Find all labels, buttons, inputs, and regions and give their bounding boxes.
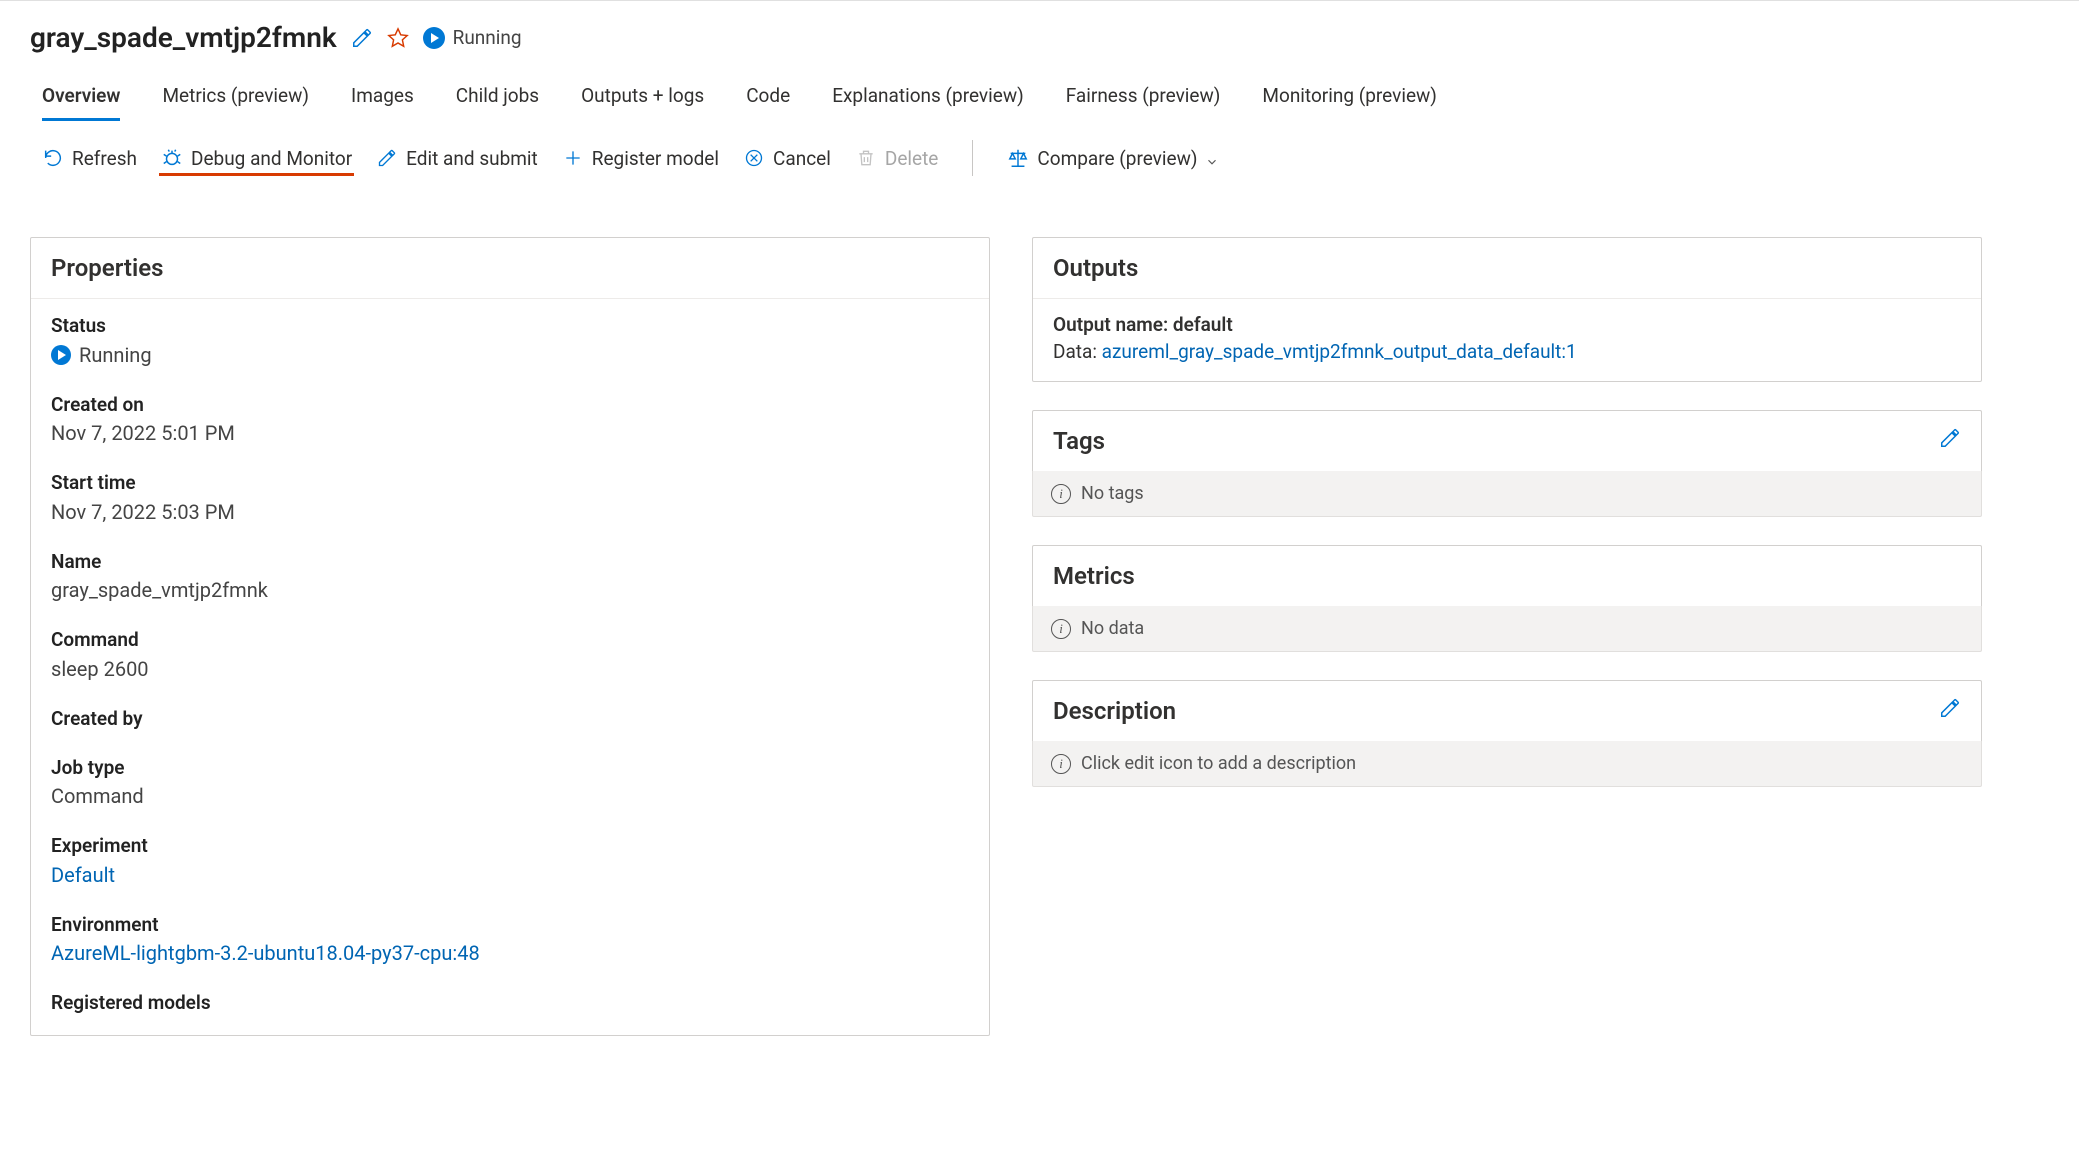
edit-title-button[interactable] [351,27,373,49]
output-data-link[interactable]: azureml_gray_spade_vmtjp2fmnk_output_dat… [1102,340,1577,363]
cancel-button[interactable]: Cancel [743,147,831,170]
tab-overview[interactable]: Overview [42,76,120,121]
command-label: Command [51,627,969,654]
info-icon: i [1051,754,1071,774]
created-on-label: Created on [51,392,969,419]
tags-card: Tags [1032,410,1982,471]
debug-monitor-button[interactable]: Debug and Monitor [161,147,352,170]
metrics-empty-text: No data [1081,618,1144,639]
tab-child-jobs[interactable]: Child jobs [456,76,539,121]
cancel-icon [743,147,765,169]
status-value: Running [51,340,969,370]
register-model-button[interactable]: Register model [562,147,719,170]
register-model-label: Register model [592,147,719,170]
properties-heading: Properties [31,238,989,299]
tab-outputs-logs[interactable]: Outputs + logs [581,76,704,121]
name-value: gray_spade_vmtjp2fmnk [51,575,969,605]
start-time-value: Nov 7, 2022 5:03 PM [51,497,969,527]
metrics-card: Metrics [1032,545,1982,606]
compare-label: Compare (preview) [1037,147,1197,170]
edit-submit-button[interactable]: Edit and submit [376,147,538,170]
output-data-row: Data: azureml_gray_spade_vmtjp2fmnk_outp… [1053,340,1961,363]
compare-button[interactable]: Compare (preview) [1007,147,1219,170]
edit-description-button[interactable] [1939,697,1961,725]
delete-button[interactable]: Delete [855,147,939,170]
job-type-value: Command [51,781,969,811]
toolbar: Refresh Debug and Monitor Edit and submi… [0,122,2079,188]
scale-icon [1007,147,1029,169]
outputs-heading: Outputs [1033,238,1981,299]
job-title: gray_spade_vmtjp2fmnk [30,21,337,54]
status-label: Status [51,313,969,340]
registered-models-label: Registered models [51,990,969,1017]
favorite-button[interactable] [387,27,409,49]
debug-monitor-label: Debug and Monitor [191,147,352,170]
tags-heading: Tags [1053,427,1105,455]
environment-link[interactable]: AzureML-lightgbm-3.2-ubuntu18.04-py37-cp… [51,938,969,968]
tab-bar: Overview Metrics (preview) Images Child … [0,66,2079,122]
experiment-link[interactable]: Default [51,860,969,890]
output-name-label: Output name: default [1053,313,1961,336]
running-icon [423,27,445,49]
created-on-value: Nov 7, 2022 5:01 PM [51,418,969,448]
output-data-prefix: Data: [1053,340,1102,363]
metrics-empty-strip: i No data [1032,606,1982,652]
cancel-label: Cancel [773,147,831,170]
properties-card: Properties Status Running Created on Nov… [30,237,990,1036]
metrics-heading: Metrics [1053,562,1135,590]
description-card: Description [1032,680,1982,741]
tab-fairness[interactable]: Fairness (preview) [1066,76,1221,121]
delete-label: Delete [885,147,939,170]
status-indicator: Running [423,26,522,49]
job-type-label: Job type [51,755,969,782]
plus-icon [562,147,584,169]
pencil-icon [376,147,398,169]
refresh-icon [42,147,64,169]
content-scroll-area[interactable]: Properties Status Running Created on Nov… [30,237,2079,1167]
toolbar-separator [972,140,973,176]
description-empty-strip: i Click edit icon to add a description [1032,741,1982,787]
environment-label: Environment [51,912,969,939]
chevron-down-icon [1205,151,1219,165]
tab-images[interactable]: Images [351,76,414,121]
info-icon: i [1051,619,1071,639]
status-text: Running [453,26,522,49]
tab-code[interactable]: Code [746,76,790,121]
bug-icon [161,147,183,169]
edit-tags-button[interactable] [1939,427,1961,455]
edit-submit-label: Edit and submit [406,147,538,170]
tab-explanations[interactable]: Explanations (preview) [832,76,1024,121]
command-value: sleep 2600 [51,654,969,684]
refresh-button[interactable]: Refresh [42,147,137,170]
created-by-label: Created by [51,706,969,733]
tags-empty-strip: i No tags [1032,471,1982,517]
description-heading: Description [1053,697,1176,725]
page-header: gray_spade_vmtjp2fmnk Running [0,1,2079,66]
tab-monitoring[interactable]: Monitoring (preview) [1262,76,1437,121]
refresh-label: Refresh [72,147,137,170]
experiment-label: Experiment [51,833,969,860]
start-time-label: Start time [51,470,969,497]
trash-icon [855,147,877,169]
tags-empty-text: No tags [1081,483,1144,504]
description-empty-text: Click edit icon to add a description [1081,753,1356,774]
outputs-card: Outputs Output name: default Data: azure… [1032,237,1982,382]
tab-metrics[interactable]: Metrics (preview) [162,76,309,121]
name-label: Name [51,549,969,576]
running-icon [51,345,71,365]
info-icon: i [1051,484,1071,504]
